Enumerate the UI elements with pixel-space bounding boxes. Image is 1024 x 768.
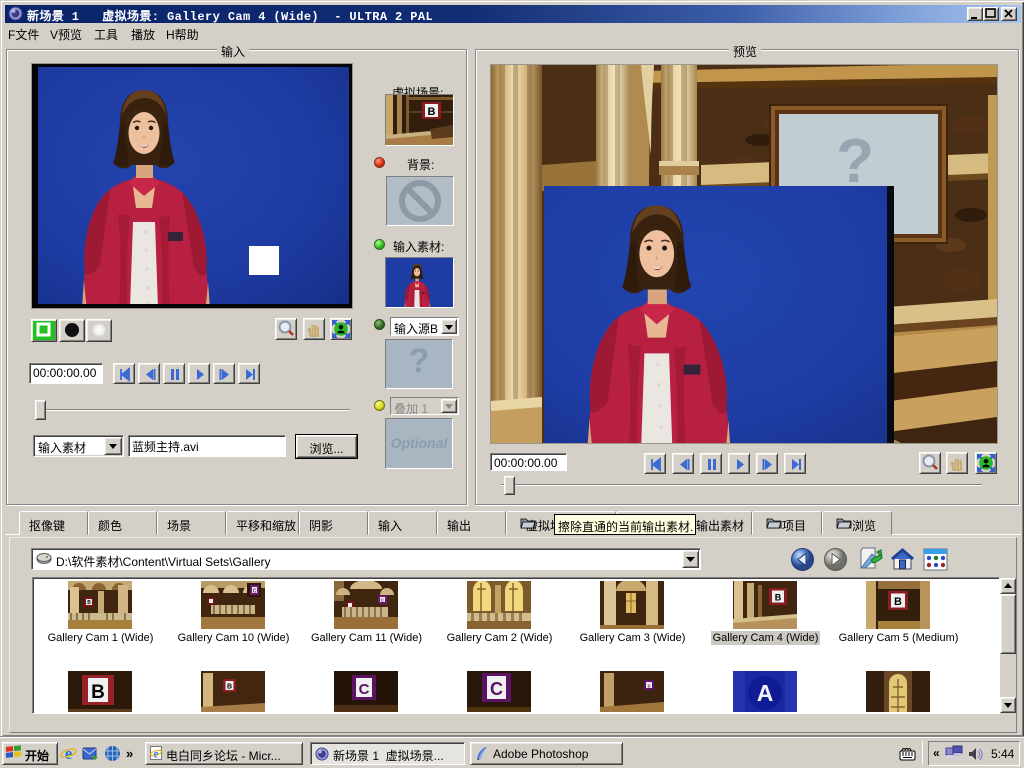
svg-text:e: e [153,747,159,761]
svg-text:C: C [359,681,370,698]
svg-text:B: B [428,106,436,118]
svg-text:B: B [894,596,902,608]
svg-text:C: C [253,589,257,595]
svg-text:B: B [227,684,232,691]
svg-text:B: B [775,593,782,603]
svg-text:c: c [647,684,650,690]
svg-text:A: A [757,680,774,706]
svg-text:B: B [87,600,91,606]
svg-text:B: B [91,682,105,703]
svg-text:C: C [490,679,503,699]
svg-text:?: ? [836,127,874,196]
svg-text:e: e [65,745,73,762]
